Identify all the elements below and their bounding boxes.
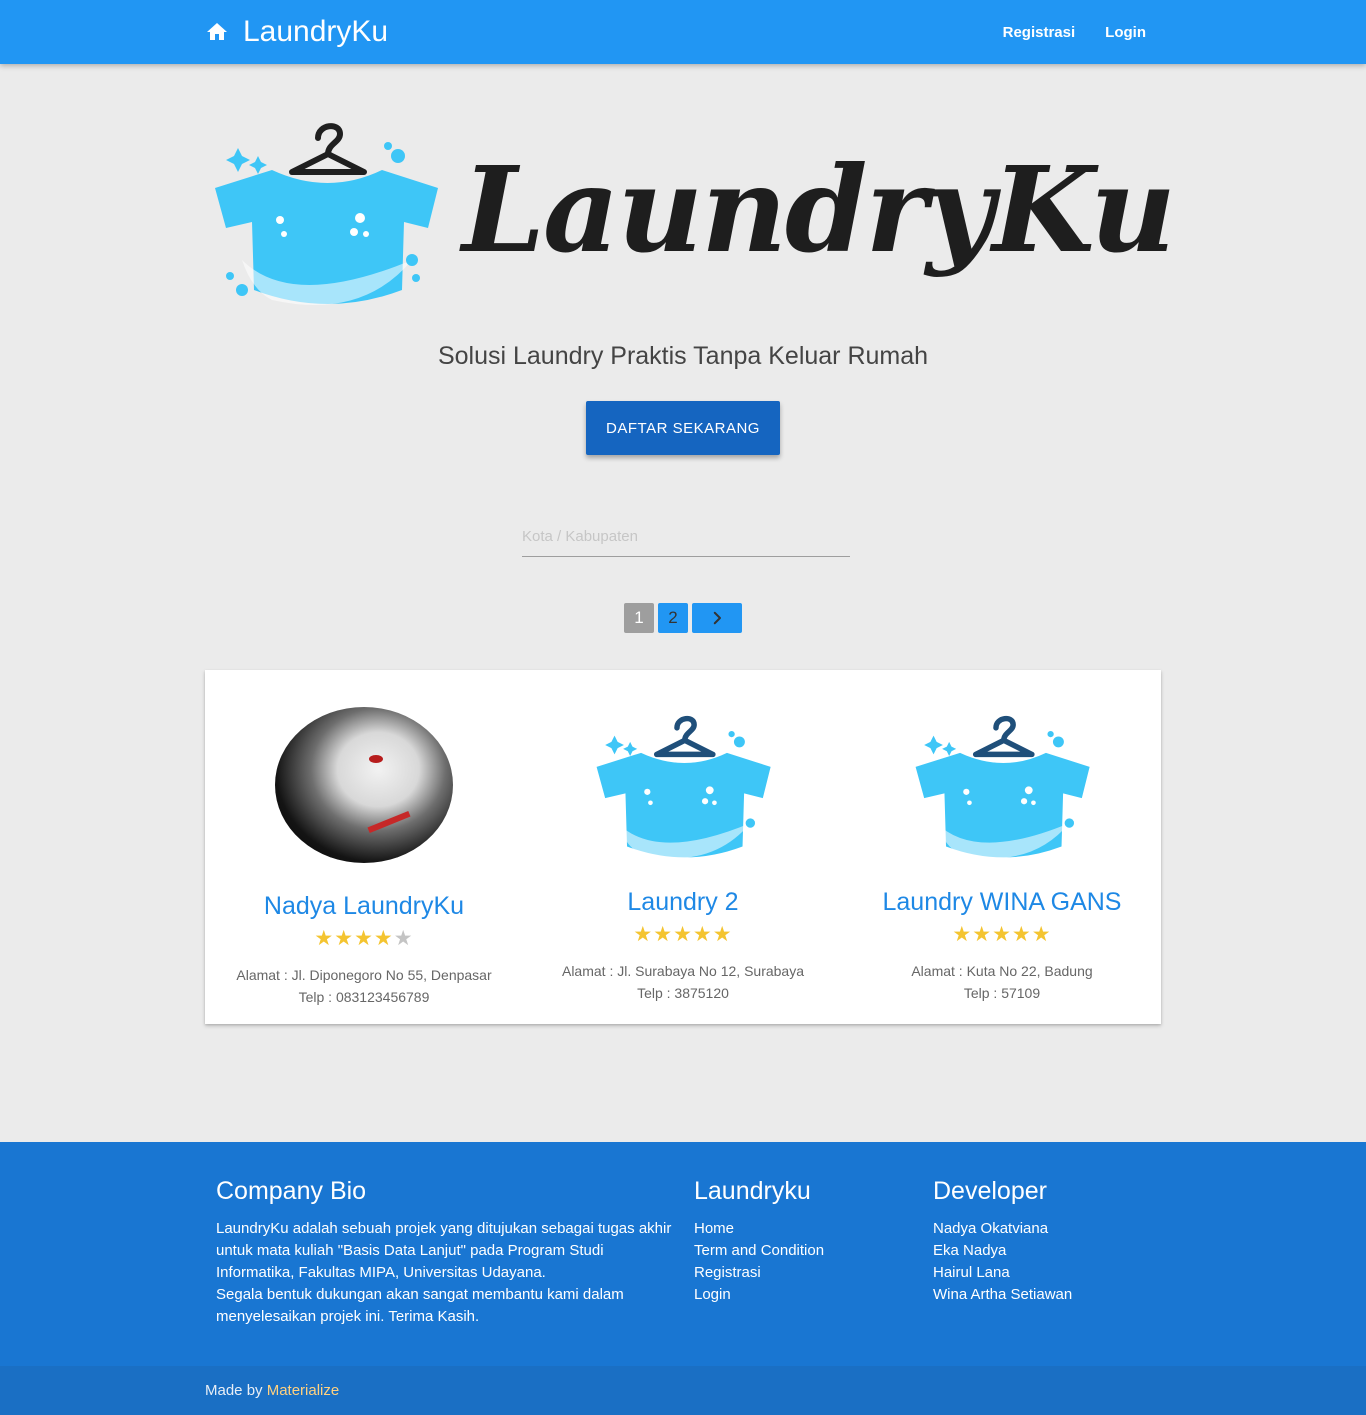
navbar: LaundryKu Registrasi Login xyxy=(0,0,1366,64)
page-1-button[interactable]: 1 xyxy=(624,603,654,633)
footer: Company Bio LaundryKu adalah sebuah proj… xyxy=(0,1142,1366,1366)
star-icon: ★ xyxy=(354,927,374,950)
laundry-name[interactable]: Laundry WINA GANS xyxy=(843,888,1161,917)
laundry-address: Alamat : Jl. Diponegoro No 55, Denpasar xyxy=(236,967,492,983)
rating-stars: ★★★★★ xyxy=(205,926,523,951)
city-search-input[interactable] xyxy=(522,516,850,557)
developer-link[interactable]: Nadya Okatviana xyxy=(933,1220,1048,1237)
star-icon: ★ xyxy=(633,923,654,946)
laundry-name[interactable]: Nadya LaundryKu xyxy=(205,892,523,921)
page-2-button[interactable]: 2 xyxy=(658,603,688,633)
next-page-button[interactable] xyxy=(692,603,742,633)
star-icon: ★ xyxy=(972,923,993,946)
footer-links: Laundryku Home Term and Condition Regist… xyxy=(694,1177,914,1306)
star-icon: ★ xyxy=(992,923,1012,946)
star-icon: ★ xyxy=(653,923,674,946)
rating-stars: ★★★★★ xyxy=(524,922,842,947)
nav-registrasi-link[interactable]: Registrasi xyxy=(988,24,1091,41)
laundry-name[interactable]: Laundry 2 xyxy=(524,888,842,917)
home-icon xyxy=(207,23,227,40)
developer-link[interactable]: Eka Nadya xyxy=(933,1242,1006,1259)
developer-link[interactable]: Wina Artha Setiawan xyxy=(933,1286,1072,1303)
footer-bio-text: LaundryKu adalah sebuah projek yang ditu… xyxy=(216,1220,672,1281)
brand-text: LaundryKu xyxy=(243,15,389,48)
footer-developer-title: Developer xyxy=(933,1177,1047,1205)
made-by-text: Made by Materialize xyxy=(205,1366,339,1415)
nav-login-link[interactable]: Login xyxy=(1090,24,1161,41)
brand-home-link[interactable]: LaundryKu xyxy=(205,0,388,64)
avatar-photo xyxy=(275,707,453,863)
hero-tagline: Solusi Laundry Praktis Tanpa Keluar Ruma… xyxy=(437,342,929,370)
materialize-link[interactable]: Materialize xyxy=(267,1382,340,1399)
laundry-logo xyxy=(594,706,774,866)
star-icon: ★ xyxy=(673,923,693,946)
pagination: 1 2 xyxy=(624,603,746,633)
laundry-phone: Telp : 3875120 xyxy=(637,985,729,1001)
star-icon: ★ xyxy=(952,923,973,946)
made-by-prefix: Made by xyxy=(205,1382,267,1399)
footer-company-bio: Company Bio LaundryKu adalah sebuah proj… xyxy=(216,1177,676,1328)
footer-link-terms[interactable]: Term and Condition xyxy=(694,1242,824,1259)
hero-logo: LaundryKu xyxy=(212,110,1176,320)
nav-links: Registrasi Login xyxy=(988,0,1161,64)
star-icon: ★ xyxy=(1011,923,1032,946)
laundry-list-card: Nadya LaundryKu ★★★★★ Alamat : Jl. Dipon… xyxy=(205,670,1161,1024)
star-icon: ★ xyxy=(314,927,335,950)
chevron-right-icon xyxy=(713,611,721,625)
hero-logo-text: LaundryKu xyxy=(462,140,1176,279)
daftar-sekarang-button[interactable]: DAFTAR SEKARANG xyxy=(586,401,780,455)
star-icon: ★ xyxy=(692,923,713,946)
star-icon: ★ xyxy=(373,927,394,950)
rating-stars: ★★★★★ xyxy=(843,922,1161,947)
star-icon: ★ xyxy=(1031,923,1052,946)
footer-copyright-bar: Made by Materialize xyxy=(0,1366,1366,1415)
star-icon-empty: ★ xyxy=(393,927,414,950)
footer-developer: Developer Nadya Okatviana Eka Nadya Hair… xyxy=(933,1177,1153,1306)
laundry-avatar xyxy=(275,706,455,866)
laundry-shirt-logo-icon xyxy=(596,715,771,859)
footer-link-registrasi[interactable]: Registrasi xyxy=(694,1264,761,1281)
laundry-shirt-logo-icon xyxy=(215,123,438,305)
footer-link-login[interactable]: Login xyxy=(694,1286,731,1303)
footer-link-home[interactable]: Home xyxy=(694,1220,734,1237)
footer-bio-title: Company Bio xyxy=(216,1177,367,1205)
star-icon: ★ xyxy=(712,923,733,946)
footer-links-title: Laundryku xyxy=(694,1177,811,1205)
laundry-shirt-logo-icon xyxy=(915,715,1090,859)
laundry-phone: Telp : 083123456789 xyxy=(298,989,430,1005)
laundry-logo xyxy=(913,706,1093,866)
star-icon: ★ xyxy=(334,927,355,950)
footer-bio-text-2: Segala bentuk dukungan akan sangat memba… xyxy=(216,1286,624,1325)
laundry-address: Alamat : Kuta No 22, Badung xyxy=(911,963,1093,979)
developer-link[interactable]: Hairul Lana xyxy=(933,1264,1010,1281)
laundry-phone: Telp : 57109 xyxy=(963,985,1041,1001)
laundry-address: Alamat : Jl. Surabaya No 12, Surabaya xyxy=(561,963,805,979)
